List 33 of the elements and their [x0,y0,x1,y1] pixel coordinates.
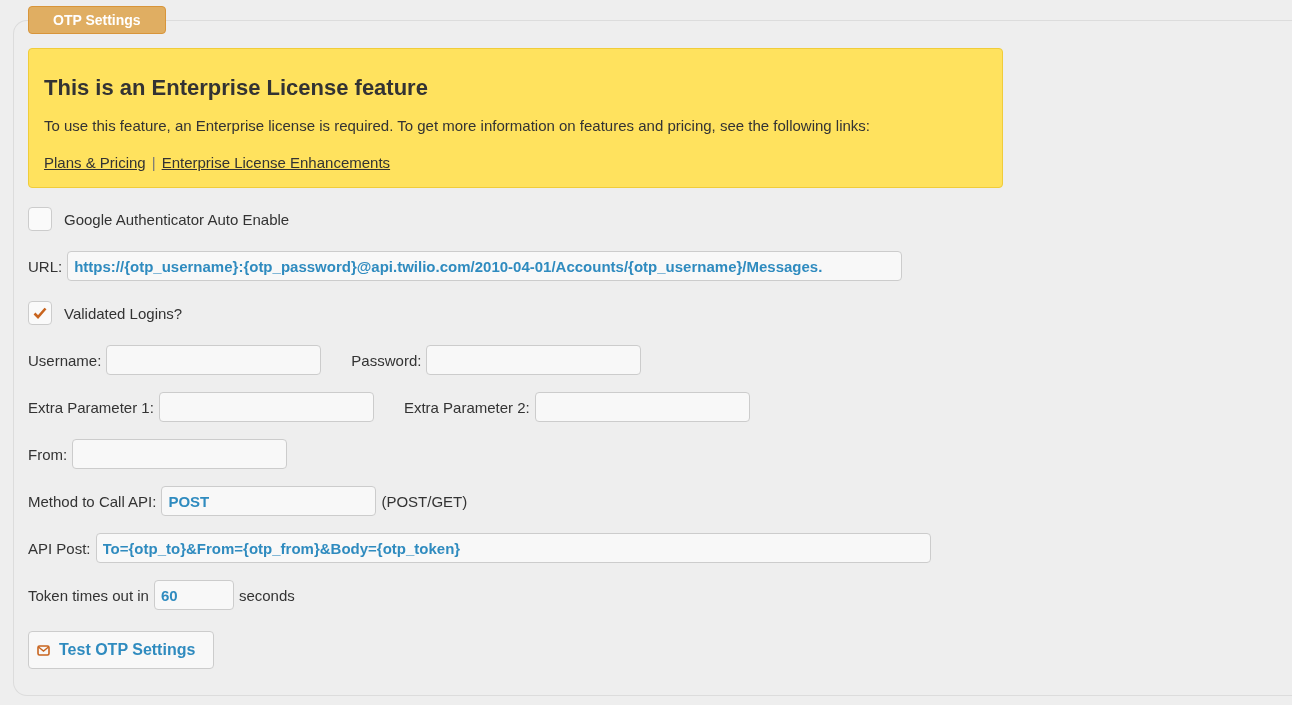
field-label: Extra Parameter 2: [403,398,530,416]
checkbox-label: Validated Logins? [64,304,183,322]
notice-link[interactable]: Plans & Pricing [44,154,146,171]
field-label: Method to Call API: [28,492,157,510]
field-label: URL: [28,257,63,275]
field-label: API Post: [28,539,91,557]
checkbox[interactable] [28,207,52,231]
input-field[interactable]: POST [161,486,377,516]
input-field[interactable] [106,345,322,375]
notice-text: To use this feature, an Enterprise license is required. To get more information on features and pricing, see the following links: [44,117,871,134]
field-label: Password: [351,351,422,369]
notice-link[interactable]: Enterprise License Enhancements [161,154,391,171]
check-icon [33,307,47,319]
input-field[interactable]: To={otp_to}&From={otp_from}&Body={otp_token} [95,533,931,563]
field-label: From: [28,445,68,463]
field-hint: seconds [238,586,295,604]
test-otp-settings-button[interactable]: Test OTP Settings [28,631,215,669]
checkbox[interactable] [28,301,52,325]
field-label: Extra Parameter 1: [28,398,154,416]
checkbox-label: Google Authenticator Auto Enable [64,210,290,228]
field-label: Username: [28,351,102,369]
notice-title: This is an Enterprise License feature [44,75,429,101]
input-field[interactable]: 60 [153,580,234,610]
input-field[interactable]: https://{otp_username}:{otp_password}@api.twilio.com/2010-04-01/Accounts/{otp_username}/Messages. [67,251,903,281]
input-field[interactable] [158,392,374,422]
field-hint: (POST/GET) [381,492,468,510]
input-field[interactable] [426,345,642,375]
field-label: Token times out in [28,586,149,604]
section-legend: OTP Settings [28,6,166,34]
link-separator: | [151,154,156,171]
input-field[interactable] [72,439,288,469]
envelope-icon [37,644,50,656]
input-field[interactable] [534,392,750,422]
